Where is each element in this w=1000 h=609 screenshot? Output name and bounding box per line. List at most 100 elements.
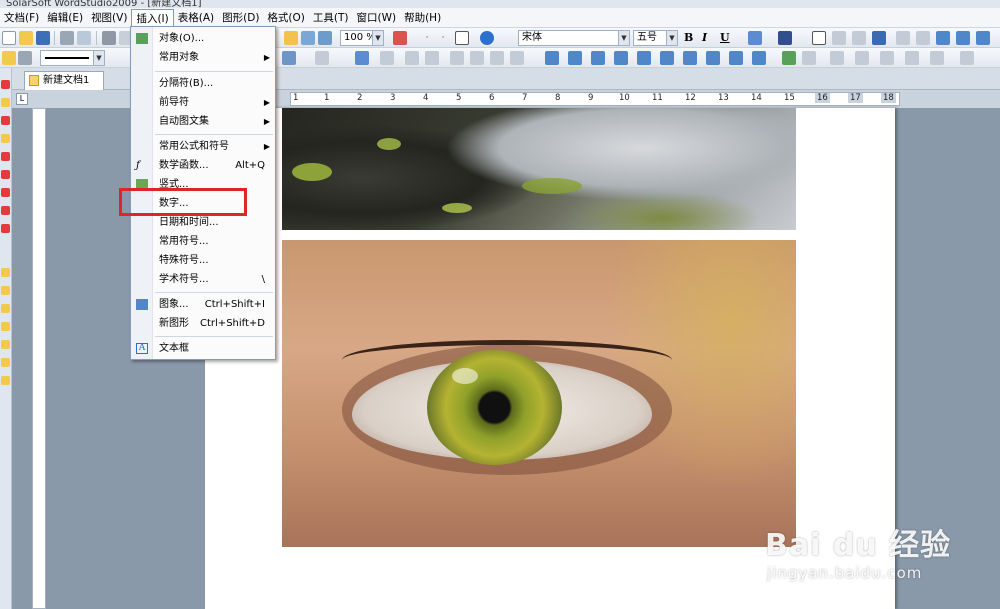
frame-icon[interactable] [282, 51, 296, 65]
vertical-ruler[interactable] [32, 108, 46, 609]
menu-item-image[interactable]: 图象... Ctrl+Shift+I [131, 295, 275, 314]
tool-icon[interactable] [1, 80, 10, 89]
rotate-icon[interactable] [830, 51, 844, 65]
tool-icon[interactable] [1, 170, 10, 179]
tool-icon[interactable] [1, 304, 10, 313]
menu-table[interactable]: 表格(A) [174, 9, 218, 27]
table-icon[interactable] [355, 51, 369, 65]
menu-item-math-function[interactable]: ƒ 数学函数... Alt+Q [131, 156, 275, 175]
tool-icon[interactable] [1, 376, 10, 385]
tool-icon[interactable] [1, 152, 10, 161]
cell-align-icon[interactable] [490, 51, 504, 65]
menu-item-autotext[interactable]: 自动图文集 ▶ [131, 112, 275, 131]
rock-moss-photo[interactable] [282, 108, 796, 230]
decrease-indent-icon[interactable] [936, 31, 950, 45]
menu-window[interactable]: 窗口(W) [353, 9, 401, 27]
tool-icon[interactable] [1, 340, 10, 349]
print-preview-icon[interactable] [77, 31, 91, 45]
zoom-out-icon[interactable] [318, 31, 332, 45]
menu-item-leader[interactable]: 前导符 ▶ [131, 93, 275, 112]
numbered-list-icon[interactable] [916, 31, 930, 45]
tool-icon[interactable] [1, 286, 10, 295]
cut-icon[interactable] [102, 31, 116, 45]
tool-icon[interactable] [1, 116, 10, 125]
menu-item-common-symbols[interactable]: 常用符号... [131, 232, 275, 251]
math-icon-6[interactable] [660, 51, 674, 65]
math-icon-4[interactable] [614, 51, 628, 65]
menu-insert[interactable]: 插入(I) [131, 8, 174, 27]
bring-front-icon[interactable] [880, 51, 894, 65]
tool-icon[interactable] [1, 206, 10, 215]
object-icon[interactable] [802, 51, 816, 65]
group-icon[interactable] [930, 51, 944, 65]
menu-item-formulas[interactable]: 常用公式和符号 ▶ [131, 137, 275, 156]
math-icon-7[interactable] [683, 51, 697, 65]
bullet-list-icon[interactable] [896, 31, 910, 45]
bold-button[interactable]: B [684, 31, 693, 44]
chevron-down-icon[interactable]: ▼ [618, 31, 629, 45]
save-icon[interactable] [36, 31, 50, 45]
merge-icon[interactable] [450, 51, 464, 65]
cell-format-icon[interactable] [510, 51, 524, 65]
menu-item-separator-break[interactable]: 分隔符(B)... [131, 74, 275, 93]
align-right-icon[interactable] [852, 31, 866, 45]
chevron-down-icon[interactable]: ▼ [666, 31, 677, 45]
document-tab[interactable]: 新建文档1 [24, 71, 104, 90]
tool-icon[interactable] [1, 188, 10, 197]
align-left-icon[interactable] [812, 31, 826, 45]
menu-edit[interactable]: 编辑(E) [43, 9, 87, 27]
italic-button[interactable]: I [702, 31, 707, 44]
split-icon[interactable] [470, 51, 484, 65]
insert-image-icon[interactable] [782, 51, 796, 65]
math-icon-2[interactable] [568, 51, 582, 65]
horizontal-ruler[interactable]: 1 1 2 3 4 5 6 7 8 9 10 11 12 13 14 15 16… [290, 92, 900, 106]
print-icon[interactable] [60, 31, 74, 45]
chevron-down-icon[interactable]: ▼ [93, 51, 104, 65]
menu-item-special-symbols[interactable]: 特殊符号... [131, 251, 275, 270]
paragraph-mark-icon[interactable] [455, 31, 469, 45]
send-back-icon[interactable] [905, 51, 919, 65]
open-folder-icon[interactable] [19, 31, 33, 45]
menu-tools[interactable]: 工具(T) [309, 9, 353, 27]
chevron-down-icon[interactable]: ▼ [372, 31, 383, 45]
align-center-icon[interactable] [832, 31, 846, 45]
tool-icon[interactable] [1, 322, 10, 331]
hand-tool-icon[interactable] [284, 31, 298, 45]
new-document-icon[interactable] [2, 31, 16, 45]
edit-icon[interactable] [2, 51, 16, 65]
tool-icon[interactable] [1, 224, 10, 233]
highlight-icon[interactable] [748, 31, 762, 45]
menu-format[interactable]: 格式(O) [263, 9, 308, 27]
menu-item-object[interactable]: 对象(O)... [131, 29, 275, 48]
math-icon-5[interactable] [637, 51, 651, 65]
underline-button[interactable]: U [720, 31, 730, 44]
border-icon[interactable] [405, 51, 419, 65]
flip-icon[interactable] [855, 51, 869, 65]
menu-item-new-shape[interactable]: 新图形 Ctrl+Shift+D [131, 314, 275, 333]
grid-icon[interactable] [380, 51, 394, 65]
menu-view[interactable]: 视图(V) [87, 9, 131, 27]
justify-icon[interactable] [872, 31, 886, 45]
indent-icon[interactable] [976, 31, 990, 45]
math-icon-3[interactable] [591, 51, 605, 65]
menu-item-textbox[interactable]: A 文本框 [131, 339, 275, 358]
dot-icon[interactable]: · [436, 31, 450, 45]
pencil-icon[interactable] [18, 51, 32, 65]
menu-help[interactable]: 帮助(H) [400, 9, 445, 27]
help-icon[interactable] [480, 31, 494, 45]
math-icon-8[interactable] [706, 51, 720, 65]
tool-icon[interactable] [1, 134, 10, 143]
math-icon-10[interactable] [752, 51, 766, 65]
menu-item-common-objects[interactable]: 常用对象 ▶ [131, 48, 275, 67]
tool-icon[interactable] [1, 268, 10, 277]
font-color-icon[interactable] [778, 31, 792, 45]
increase-indent-icon[interactable] [956, 31, 970, 45]
shape-icon[interactable] [315, 51, 329, 65]
tool-icon[interactable] [1, 98, 10, 107]
paint-format-icon[interactable] [393, 31, 407, 45]
math-icon-9[interactable] [729, 51, 743, 65]
properties-icon[interactable] [960, 51, 974, 65]
dot-icon[interactable]: · [420, 31, 434, 45]
tool-icon[interactable] [1, 358, 10, 367]
line-style-combo[interactable]: ▼ [40, 50, 105, 66]
